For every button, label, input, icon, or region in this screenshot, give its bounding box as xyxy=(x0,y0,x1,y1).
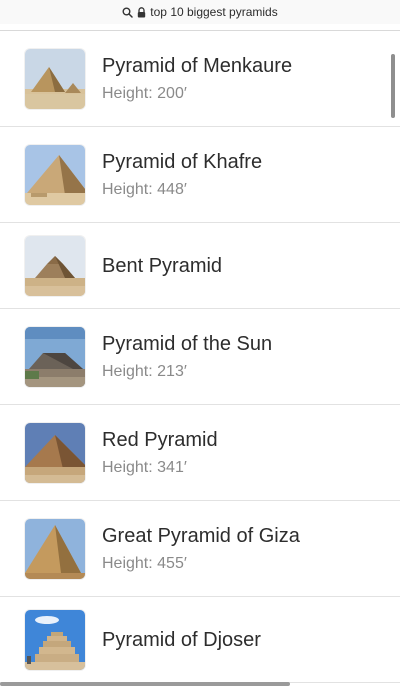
list-item-pyramid-of-djoser[interactable]: Pyramid of Djoser xyxy=(0,597,400,683)
lock-icon xyxy=(137,6,146,18)
list-item-great-pyramid-of-giza[interactable]: Great Pyramid of Giza Height: 455′ xyxy=(0,501,400,597)
item-title: Red Pyramid xyxy=(102,428,218,451)
menkaure-thumbnail xyxy=(25,48,85,109)
list-item-khafre[interactable]: Pyramid of Khafre Height: 448′ xyxy=(0,127,400,223)
list-item-pyramid-of-the-sun[interactable]: Pyramid of the Sun Height: 213′ xyxy=(0,309,400,405)
url-text: top 10 biggest pyramids xyxy=(150,5,278,19)
list-item-menkaure[interactable]: Pyramid of Menkaure Height: 200′ xyxy=(0,31,400,127)
sun-pyramid-thumbnail xyxy=(25,326,85,387)
list-item-red-pyramid[interactable]: Red Pyramid Height: 341′ xyxy=(0,405,400,501)
item-title: Great Pyramid of Giza xyxy=(102,524,300,547)
khafre-thumbnail xyxy=(25,144,85,205)
home-indicator xyxy=(0,682,290,686)
item-title: Pyramid of Menkaure xyxy=(102,54,293,77)
pyramid-list: Pyramid of Menkaure Height: 200′ Pyramid… xyxy=(0,31,400,683)
item-title: Pyramid of the Sun xyxy=(102,332,273,355)
scrollbar-thumb[interactable] xyxy=(391,54,395,118)
item-height: Height: 455′ xyxy=(102,554,187,572)
search-icon xyxy=(122,7,134,18)
giza-thumbnail xyxy=(25,518,85,579)
list-item-bent-pyramid[interactable]: Bent Pyramid xyxy=(0,223,400,309)
item-title: Pyramid of Djoser xyxy=(102,628,261,651)
address-bar[interactable]: top 10 biggest pyramids xyxy=(0,0,400,24)
bent-pyramid-thumbnail xyxy=(25,235,85,296)
item-title: Bent Pyramid xyxy=(102,254,223,277)
item-height: Height: 200′ xyxy=(102,84,187,102)
item-height: Height: 448′ xyxy=(102,180,187,198)
djoser-thumbnail xyxy=(25,609,85,670)
item-title: Pyramid of Khafre xyxy=(102,150,263,173)
item-height: Height: 341′ xyxy=(102,458,187,476)
search-results-page: top 10 biggest pyramids Pyramid of Menka… xyxy=(0,0,400,688)
item-height: Height: 213′ xyxy=(102,362,187,380)
red-pyramid-thumbnail xyxy=(25,422,85,483)
